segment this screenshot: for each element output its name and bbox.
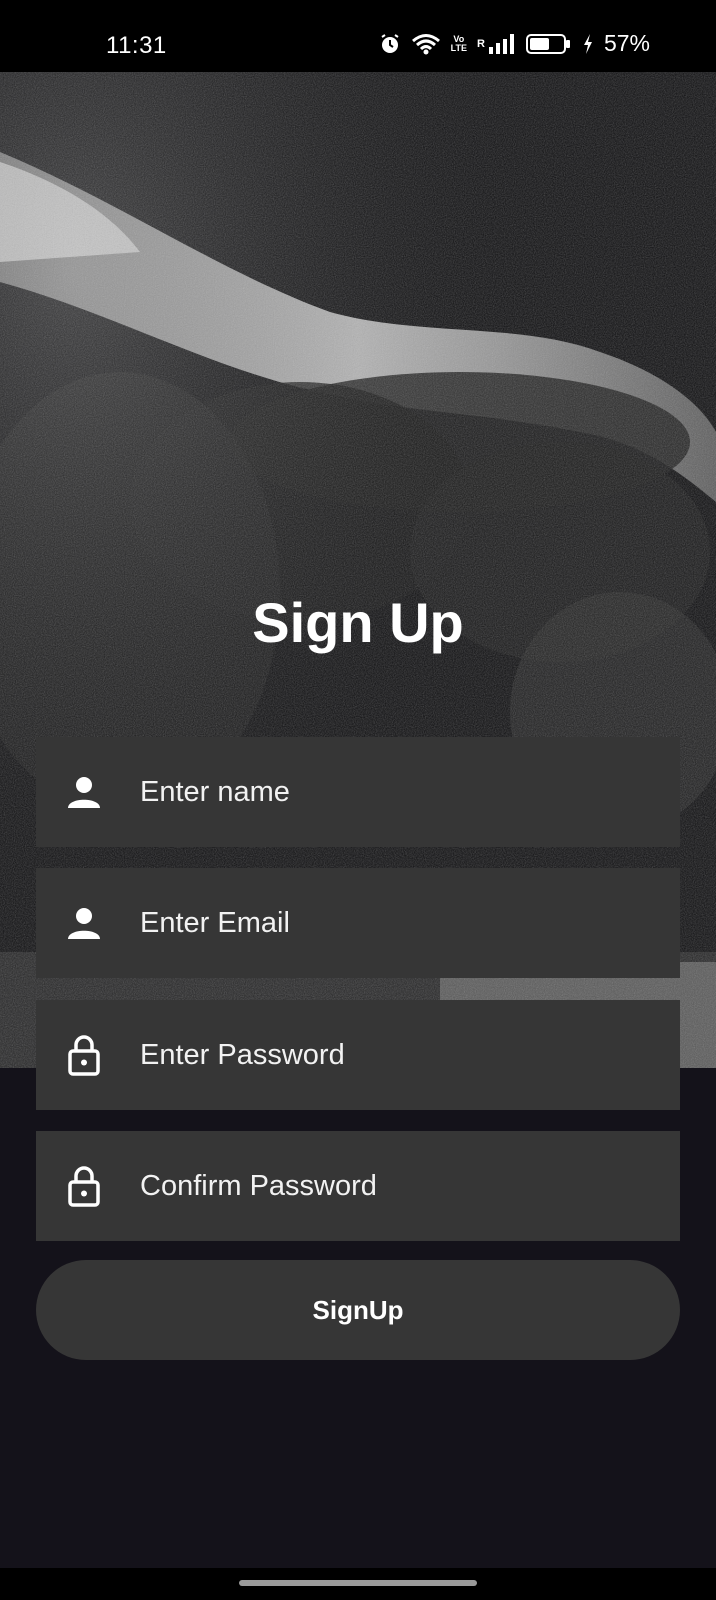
confirm-password-field[interactable]: Confirm Password — [36, 1131, 680, 1241]
signal-icon: R — [477, 33, 516, 54]
person-icon — [66, 903, 102, 943]
volte-icon: Vo LTE — [450, 34, 467, 53]
email-field[interactable]: Enter Email — [36, 868, 680, 978]
roaming-label: R — [477, 37, 485, 50]
password-placeholder: Enter Password — [140, 1038, 345, 1071]
signup-button[interactable]: SignUp — [36, 1260, 680, 1360]
password-field[interactable]: Enter Password — [36, 1000, 680, 1110]
home-indicator[interactable] — [239, 1580, 477, 1586]
charging-icon — [582, 33, 594, 55]
status-bar: 11:31 Vo LTE R 57% — [0, 0, 716, 72]
lock-icon — [66, 1166, 102, 1207]
battery-icon — [525, 33, 572, 55]
lock-icon — [66, 1035, 102, 1076]
battery-percent: 57% — [603, 30, 650, 56]
name-field[interactable]: Enter name — [36, 737, 680, 847]
status-icons: Vo LTE R 57% — [379, 30, 650, 57]
alarm-icon — [379, 33, 401, 55]
person-icon — [66, 772, 102, 812]
volte-label-bottom: LTE — [450, 42, 467, 53]
wifi-icon — [411, 33, 441, 55]
email-placeholder: Enter Email — [140, 906, 290, 939]
status-time: 11:31 — [106, 32, 167, 59]
name-placeholder: Enter name — [140, 775, 290, 808]
confirm-password-placeholder: Confirm Password — [140, 1169, 377, 1202]
page-title: Sign Up — [252, 591, 464, 654]
